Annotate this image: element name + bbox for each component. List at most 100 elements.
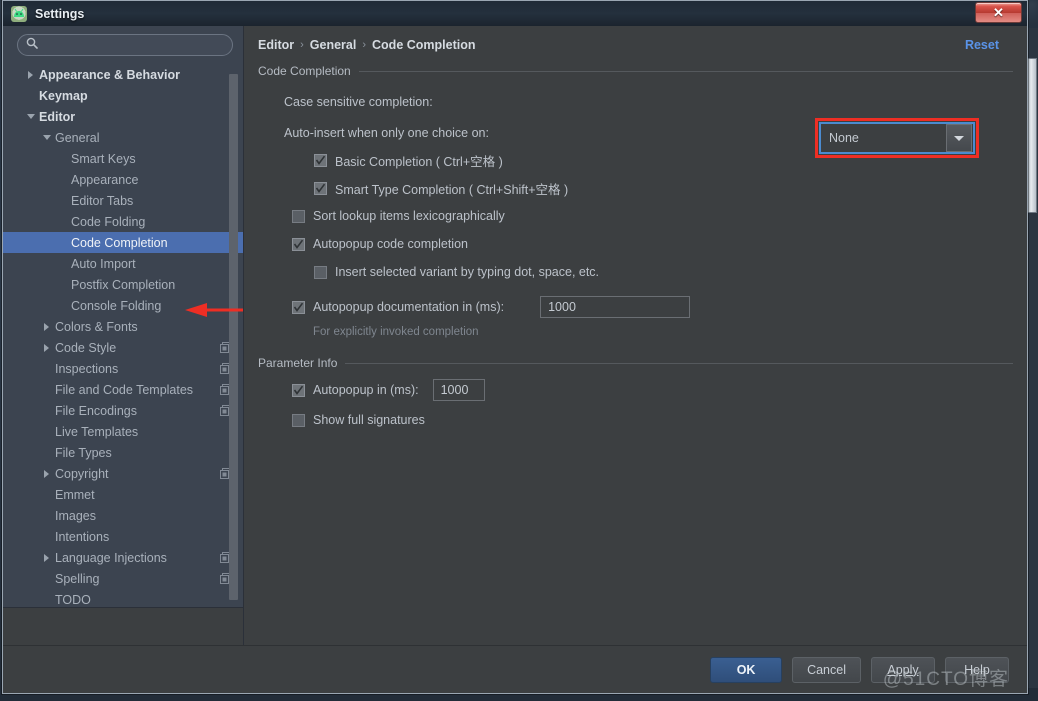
sidebar-item-label: Code Completion [71,235,168,250]
search-input[interactable] [44,38,224,52]
autopopup-doc-checkbox[interactable] [292,300,305,314]
breadcrumb-item-editor[interactable]: Editor [258,38,294,52]
sidebar-item-label: Postfix Completion [71,277,176,292]
sort-lookup-label: Sort lookup items lexicographically [313,209,505,223]
sidebar-item-label: Editor [39,109,76,124]
show-full-signatures-checkbox[interactable] [292,413,305,427]
sidebar-item-label: Appearance & Behavior [39,67,181,82]
sidebar-item-label: Copyright [55,466,109,481]
insert-variant-checkbox[interactable] [314,265,327,279]
sidebar-item-appearance[interactable]: Appearance [3,169,243,190]
sidebar-item-editor-tabs[interactable]: Editor Tabs [3,190,243,211]
group-code-completion: Code Completion Case sensitive completio… [258,64,1013,342]
dialog-title: Settings [35,6,85,21]
sidebar-item-label: Console Folding [71,298,162,313]
reset-link[interactable]: Reset [965,38,1013,52]
title-wrap: Settings [11,5,85,22]
sidebar-item-colors-fonts[interactable]: Colors & Fonts [3,316,243,337]
sidebar-item-code-folding[interactable]: Code Folding [3,211,243,232]
autopopup-doc-hint: For explicitly invoked completion [313,326,479,338]
autopopup-doc-label: Autopopup documentation in (ms): [313,300,505,314]
sidebar-item-code-completion[interactable]: Code Completion [3,232,243,253]
autopopup-code-row[interactable]: Autopopup code completion [258,230,1013,258]
autopopup-code-checkbox[interactable] [292,237,305,251]
sidebar-scrollbar-track[interactable] [229,66,238,600]
sidebar-item-keymap[interactable]: Keymap [3,85,243,106]
chevron-right-icon[interactable] [41,321,52,332]
smart-type-completion-label: Smart Type Completion ( Ctrl+Shift+空格 ) [335,182,569,197]
auto-insert-label: Auto-insert when only one choice on: [284,126,489,140]
sidebar-item-label: Editor Tabs [71,193,134,208]
param-autopopup-row[interactable]: Autopopup in (ms): 1000 [258,374,1013,406]
smart-type-completion-checkbox[interactable] [314,181,327,195]
sidebar-item-live-templates[interactable]: Live Templates [3,421,243,442]
show-full-signatures-row[interactable]: Show full signatures [258,406,1013,434]
sidebar-item-inspections[interactable]: Inspections [3,358,243,379]
sidebar-item-emmet[interactable]: Emmet [3,484,243,505]
close-button[interactable]: ✕ [975,2,1022,23]
ok-button[interactable]: OK [710,656,783,683]
sidebar-item-appearance-behavior[interactable]: Appearance & Behavior [3,64,243,85]
sidebar-item-auto-import[interactable]: Auto Import [3,253,243,274]
chevron-right-icon[interactable] [25,69,36,80]
smart-type-completion-row[interactable]: Smart Type Completion ( Ctrl+Shift+空格 ) [258,174,1013,202]
sidebar-item-general[interactable]: General [3,127,243,148]
group-divider [358,70,1013,72]
sidebar-item-intentions[interactable]: Intentions [3,526,243,547]
sidebar-item-copyright[interactable]: Copyright [3,463,243,484]
search-icon [26,36,38,54]
sidebar-item-postfix-completion[interactable]: Postfix Completion [3,274,243,295]
chevron-down-icon[interactable] [25,111,36,122]
settings-dialog: Settings ✕ Appearance & Behavior Keymap … [2,0,1028,694]
sidebar-item-smart-keys[interactable]: Smart Keys [3,148,243,169]
case-sensitive-dropdown[interactable]: None [819,122,975,154]
sidebar-item-file-encodings[interactable]: File Encodings [3,400,243,421]
param-autopopup-input[interactable]: 1000 [432,379,485,401]
sort-lookup-checkbox[interactable] [292,209,305,223]
sidebar-item-label: Colors & Fonts [55,319,138,334]
settings-tree-rows: Appearance & Behavior Keymap Editor General… [3,64,243,607]
chevron-right-icon[interactable] [41,552,52,563]
sidebar-item-label: File Encodings [55,403,137,418]
search-row [3,26,243,62]
chevron-right-icon[interactable] [41,468,52,479]
breadcrumb-separator-icon: › [362,39,367,51]
chevron-down-icon[interactable] [41,132,52,143]
group-parameter-info: Parameter Info Autopopup in (ms): 1000 S… [258,356,1013,434]
sidebar-scrollbar-thumb[interactable] [229,74,238,600]
search-box[interactable] [17,34,233,56]
dialog-titlebar[interactable]: Settings ✕ [3,1,1027,26]
chevron-down-icon[interactable] [946,124,972,152]
group-divider [345,362,1013,364]
sidebar-item-spelling[interactable]: Spelling [3,568,243,589]
sidebar-item-code-style[interactable]: Code Style [3,337,243,358]
sidebar-item-label: Appearance [71,172,139,187]
autopopup-doc-input[interactable]: 1000 [540,296,691,318]
breadcrumb-item-general[interactable]: General [310,38,357,52]
sidebar-item-label: File and Code Templates [55,382,194,397]
insert-variant-row[interactable]: Insert selected variant by typing dot, s… [258,258,1013,286]
sidebar-item-console-folding[interactable]: Console Folding [3,295,243,316]
sidebar-item-label: Language Injections [55,550,167,565]
sidebar-item-images[interactable]: Images [3,505,243,526]
sidebar-item-editor[interactable]: Editor [3,106,243,127]
settings-tree[interactable]: Appearance & Behavior Keymap Editor General… [3,62,243,607]
insert-variant-label: Insert selected variant by typing dot, s… [335,265,600,279]
sidebar-item-file-types[interactable]: File Types [3,442,243,463]
group-header: Parameter Info [258,356,1013,370]
apply-button[interactable]: Apply [871,656,935,683]
sidebar-item-label: Intentions [55,529,110,544]
basic-completion-checkbox[interactable] [314,153,327,167]
sidebar-item-label: Inspections [55,361,119,376]
sidebar-item-label: Images [55,508,96,523]
cancel-button[interactable]: Cancel [792,656,861,683]
chevron-right-icon[interactable] [41,342,52,353]
autopopup-doc-hint-row: For explicitly invoked completion [258,322,1013,342]
autopopup-doc-row[interactable]: Autopopup documentation in (ms): 1000 [258,292,1013,322]
param-autopopup-checkbox[interactable] [292,383,305,397]
sidebar-item-file-and-code-templates[interactable]: File and Code Templates [3,379,243,400]
sidebar-item-todo[interactable]: TODO [3,589,243,607]
sort-lookup-row[interactable]: Sort lookup items lexicographically [258,202,1013,230]
sidebar-item-language-injections[interactable]: Language Injections [3,547,243,568]
help-button[interactable]: Help [945,656,1009,683]
